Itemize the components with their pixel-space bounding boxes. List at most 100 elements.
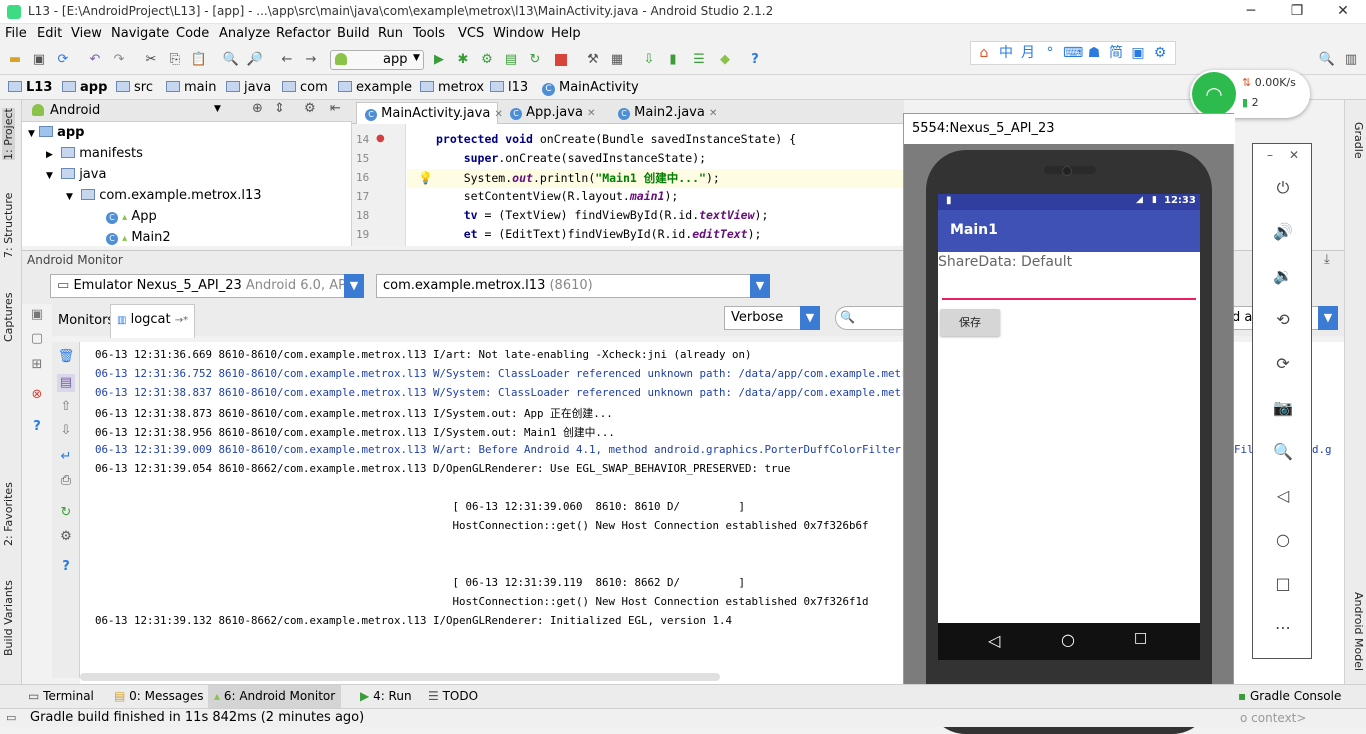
forward-icon[interactable]: → (302, 51, 320, 69)
stop-icon[interactable] (552, 51, 570, 69)
log-line[interactable]: 06-13 12:31:38.873 8610-8610/com.example… (95, 405, 613, 421)
log-line[interactable]: [ 06-13 12:31:39.060 8610: 8610 D/ ] (95, 500, 746, 513)
breadcrumb-main[interactable]: main (166, 80, 216, 95)
menu-code[interactable]: Code (176, 26, 209, 41)
menu-view[interactable]: View (71, 26, 102, 41)
menu-analyze[interactable]: Analyze (219, 26, 270, 41)
close-icon[interactable]: ✕ (1320, 0, 1366, 24)
save-all-icon[interactable]: ▣ (30, 51, 48, 69)
sync-icon[interactable]: ⟳ (54, 51, 72, 69)
save-button[interactable]: 保存 (940, 309, 1000, 336)
sdk-manager-icon[interactable]: ▦ (608, 51, 626, 69)
tab-mainactivity[interactable]: C MainActivity.java ✕ (356, 102, 503, 124)
settings-icon[interactable]: ⚙ (304, 101, 316, 116)
tree-item-app[interactable]: ▼ app (28, 125, 84, 140)
ime-simplified[interactable]: 简 (1107, 44, 1125, 62)
pin-icon[interactable]: →* (175, 315, 188, 326)
paste-icon[interactable]: 📋 (190, 51, 208, 69)
debug-icon[interactable]: ✱ (454, 51, 472, 69)
volume-up-icon[interactable]: 🔊 (1269, 218, 1297, 246)
log-line[interactable]: HostConnection::get() New Host Connectio… (95, 595, 869, 608)
override-icon[interactable]: ● (376, 133, 385, 144)
help-icon[interactable]: ? (57, 558, 75, 576)
ime-user-icon[interactable]: ☗ (1085, 44, 1103, 62)
menu-tools[interactable]: Tools (413, 26, 445, 41)
copy-icon[interactable]: ⎘ (166, 51, 184, 69)
logcat-search-input[interactable]: 🔍 (835, 306, 905, 330)
target-icon[interactable]: ⊕ (252, 101, 263, 116)
close-tab-icon[interactable]: ✕ (709, 108, 717, 119)
chevron-down-icon[interactable]: ▼ (214, 104, 221, 114)
trash-icon[interactable]: 🗑 (57, 348, 75, 366)
terminate-icon[interactable]: ⊗ (28, 386, 46, 404)
tab-todo[interactable]: ☰ TODO (428, 689, 478, 703)
tab-captures[interactable]: Captures (2, 293, 15, 342)
process-dropdown-icon[interactable]: ▼ (750, 274, 770, 298)
ime-keyboard-icon[interactable]: ⌨ (1063, 44, 1083, 62)
hide-panel-icon[interactable]: ⤓ (1324, 252, 1330, 267)
menu-build[interactable]: Build (337, 26, 370, 41)
menu-refactor[interactable]: Refactor (276, 26, 331, 41)
log-line[interactable]: 06-13 12:31:39.054 8610-8662/com.example… (95, 462, 791, 475)
log-line[interactable]: 06-13 12:31:38.956 8610-8610/com.example… (95, 424, 615, 440)
menu-run[interactable]: Run (378, 26, 403, 41)
menu-window[interactable]: Window (493, 26, 544, 41)
more-icon[interactable]: ⋯ (1269, 614, 1297, 642)
breadcrumb-l13[interactable]: L13 (8, 80, 52, 95)
log-line[interactable]: 06-13 12:31:39.132 8610-8662/com.example… (95, 614, 732, 627)
breadcrumb-metrox[interactable]: metrox (420, 80, 484, 95)
tab-android-model[interactable]: Android Model (1352, 592, 1365, 671)
back-icon[interactable]: ← (278, 51, 296, 69)
code-line[interactable]: et = (EditText)findViewById(R.id.editTex… (436, 227, 762, 241)
tree-item-java[interactable]: ▼ java (46, 167, 106, 182)
camera-icon[interactable]: 📷 (1269, 394, 1297, 422)
code-line[interactable]: System.out.println("Main1 创建中..."); (436, 170, 720, 186)
up-icon[interactable]: ⇧ (57, 398, 75, 416)
help-icon[interactable]: ? (746, 51, 764, 69)
breadcrumb-app[interactable]: app (62, 80, 107, 95)
nav-back-icon[interactable]: ◁ (988, 631, 1000, 650)
android-tools-icon[interactable]: ◆ (716, 51, 734, 69)
tab-run[interactable]: ▶ 4: Run (360, 689, 412, 703)
menu-navigate[interactable]: Navigate (111, 26, 169, 41)
code-line[interactable]: protected void onCreate(Bundle savedInst… (436, 132, 796, 146)
nav-home-icon[interactable]: ○ (1061, 630, 1075, 649)
bulb-icon[interactable]: 💡 (418, 171, 433, 185)
record-icon[interactable]: ▢ (28, 330, 46, 348)
close-icon[interactable]: ✕ (1289, 148, 1299, 162)
breadcrumb-example[interactable]: example (338, 80, 412, 95)
down-icon[interactable]: ⇩ (57, 422, 75, 440)
breadcrumb-java[interactable]: java (226, 80, 271, 95)
menu-edit[interactable]: Edit (37, 26, 62, 41)
tree-item-main2-class[interactable]: C ▴ Main2 (106, 230, 171, 245)
log-level-dropdown-icon[interactable]: ▼ (800, 306, 820, 330)
screenshot-icon[interactable]: ▣ (28, 306, 46, 324)
coverage-icon[interactable]: ▤ (502, 51, 520, 69)
power-icon[interactable]: ⏻ (1269, 174, 1297, 202)
ime-punct-icon[interactable]: ° (1041, 44, 1059, 62)
log-level-select[interactable]: Verbose (724, 306, 802, 330)
tab-project[interactable]: 1: Project (2, 108, 15, 160)
nav-recents-icon[interactable]: □ (1134, 630, 1147, 646)
run-config-select[interactable]: app ▼ (330, 50, 424, 70)
overview-icon[interactable]: □ (1269, 570, 1297, 598)
gear-icon[interactable]: ⚙ (57, 528, 75, 546)
code-line[interactable]: super.onCreate(savedInstanceState); (436, 151, 706, 165)
print-icon[interactable]: ⎙ (57, 472, 75, 490)
wrap-icon[interactable]: ↵ (57, 448, 75, 466)
code-line[interactable]: setContentView(R.layout.main1); (436, 189, 679, 203)
log-line[interactable]: [ 06-13 12:31:39.119 8610: 8662 D/ ] (95, 576, 746, 589)
restore-icon[interactable]: ❐ (1274, 0, 1320, 24)
volume-down-icon[interactable]: 🔉 (1269, 262, 1297, 290)
rotate-right-icon[interactable]: ⟳ (1269, 350, 1297, 378)
collapse-icon[interactable]: ⇕ (274, 101, 285, 116)
avd-manager-icon[interactable]: ▮ (664, 51, 682, 69)
tree-item-manifests[interactable]: ▶ manifests (46, 146, 143, 161)
edit-text-field[interactable] (942, 274, 1196, 300)
restart-icon[interactable]: ↻ (57, 504, 75, 522)
tab-structure[interactable]: 7: Structure (2, 193, 15, 258)
ime-moon[interactable]: 月 (1019, 44, 1037, 62)
scroll-end-icon[interactable]: ▤ (57, 374, 75, 392)
breadcrumb-mainactivity[interactable]: C MainActivity (542, 80, 639, 96)
log-line[interactable]: HostConnection::get() New Host Connectio… (95, 519, 869, 532)
